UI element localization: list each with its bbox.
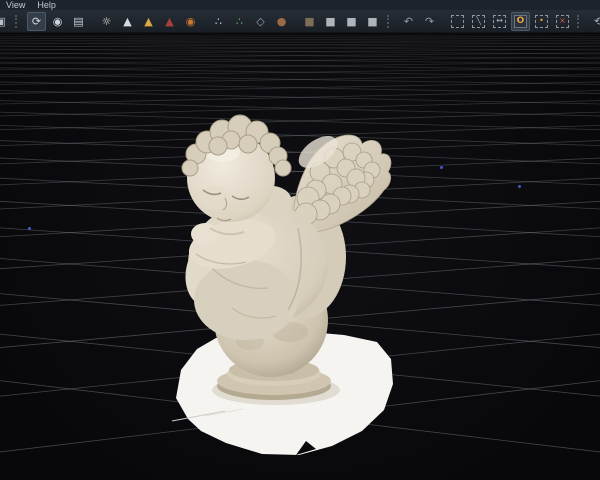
select-subtract-icon[interactable]: ╲: [469, 12, 488, 31]
light-toggle-glyph: ☼: [102, 16, 112, 27]
toolbar-handle-3: [577, 15, 584, 28]
undo-icon[interactable]: ↶: [399, 12, 418, 31]
toolbar-handle-1: [15, 15, 22, 28]
texture-gray-3-icon[interactable]: ■: [363, 12, 382, 31]
redo-icon[interactable]: ↷: [420, 12, 439, 31]
statue-wing: [293, 130, 391, 233]
layers-dialog-icon[interactable]: ▤: [69, 12, 88, 31]
snapshot-glyph: ▣: [0, 16, 6, 27]
meshlab-window: View Help ▣⟳◉▤☼▲▲▲◉∴∴◇●■■■■↶↷╲↔O•×⟲⌖⇗: [0, 0, 600, 480]
render-color-blob-icon[interactable]: ●: [272, 12, 291, 31]
texture-gray-1-icon[interactable]: ■: [321, 12, 340, 31]
select-vertices-mode-icon[interactable]: O: [511, 12, 530, 31]
select-add-inside-icon[interactable]: •: [532, 12, 551, 31]
orbit-home-view-icon[interactable]: ⟳: [27, 12, 46, 31]
scan-marker-1: [28, 227, 31, 230]
orbit-home-view-glyph: ⟳: [32, 16, 41, 27]
menu-bar: View Help: [0, 0, 600, 10]
snapshot-icon[interactable]: ▣: [0, 12, 10, 31]
render-points-green-glyph: ∴: [236, 16, 243, 27]
render-flat-red-icon[interactable]: ▲: [160, 12, 179, 31]
render-smooth-icon[interactable]: ◉: [181, 12, 200, 31]
render-flat-yellow-glyph: ▲: [144, 16, 152, 27]
reset-trackball-glyph: ◉: [53, 16, 63, 27]
reset-trackball-icon[interactable]: ◉: [48, 12, 67, 31]
render-points-white-glyph: ∴: [215, 16, 222, 27]
select-delete-icon[interactable]: ×: [553, 12, 572, 31]
undo-glyph: ↶: [404, 16, 413, 27]
select-rect-glyph: [451, 15, 464, 28]
select-connected-glyph: ↔: [493, 15, 506, 28]
select-delete-glyph: ×: [556, 15, 569, 28]
select-connected-icon[interactable]: ↔: [490, 12, 509, 31]
texture-gray-2-icon[interactable]: ■: [342, 12, 361, 31]
select-add-inside-glyph: •: [535, 15, 548, 28]
render-flat-yellow-icon[interactable]: ▲: [139, 12, 158, 31]
render-flat-white-glyph: ▲: [123, 16, 131, 27]
render-points-white-icon[interactable]: ∴: [209, 12, 228, 31]
scan-marker-2: [440, 166, 443, 169]
render-color-blob-glyph: ●: [277, 16, 287, 27]
menu-view[interactable]: View: [6, 0, 25, 10]
redo-glyph: ↷: [425, 16, 434, 27]
layers-dialog-glyph: ▤: [73, 16, 83, 27]
render-flat-white-icon[interactable]: ▲: [118, 12, 137, 31]
select-subtract-glyph: ╲: [472, 15, 485, 28]
select-rect-icon[interactable]: [448, 12, 467, 31]
render-flat-red-glyph: ▲: [165, 16, 173, 27]
main-toolbar: ▣⟳◉▤☼▲▲▲◉∴∴◇●■■■■↶↷╲↔O•×⟲⌖⇗: [0, 10, 600, 33]
toolbar-handle-2: [387, 15, 394, 28]
render-smooth-glyph: ◉: [186, 16, 196, 27]
select-vertices-mode-glyph: O: [514, 15, 527, 28]
render-wire-cube-icon[interactable]: ◇: [251, 12, 270, 31]
texture-gray-2-glyph: ■: [346, 16, 356, 27]
light-toggle-icon[interactable]: ☼: [97, 12, 116, 31]
render-points-green-icon[interactable]: ∴: [230, 12, 249, 31]
viewport-3d[interactable]: [0, 32, 600, 480]
texture-gray-1-glyph: ■: [325, 16, 335, 27]
texture-brown-icon[interactable]: ■: [300, 12, 319, 31]
statue-model-sleeping-cherub[interactable]: [0, 32, 600, 480]
scan-marker-3: [518, 185, 521, 188]
lasso-select-glyph: ⟲: [594, 16, 600, 27]
lasso-select-icon[interactable]: ⟲: [589, 12, 600, 31]
texture-gray-3-glyph: ■: [367, 16, 377, 27]
menu-help[interactable]: Help: [37, 0, 56, 10]
render-wire-cube-glyph: ◇: [256, 16, 264, 27]
texture-brown-glyph: ■: [304, 16, 314, 27]
